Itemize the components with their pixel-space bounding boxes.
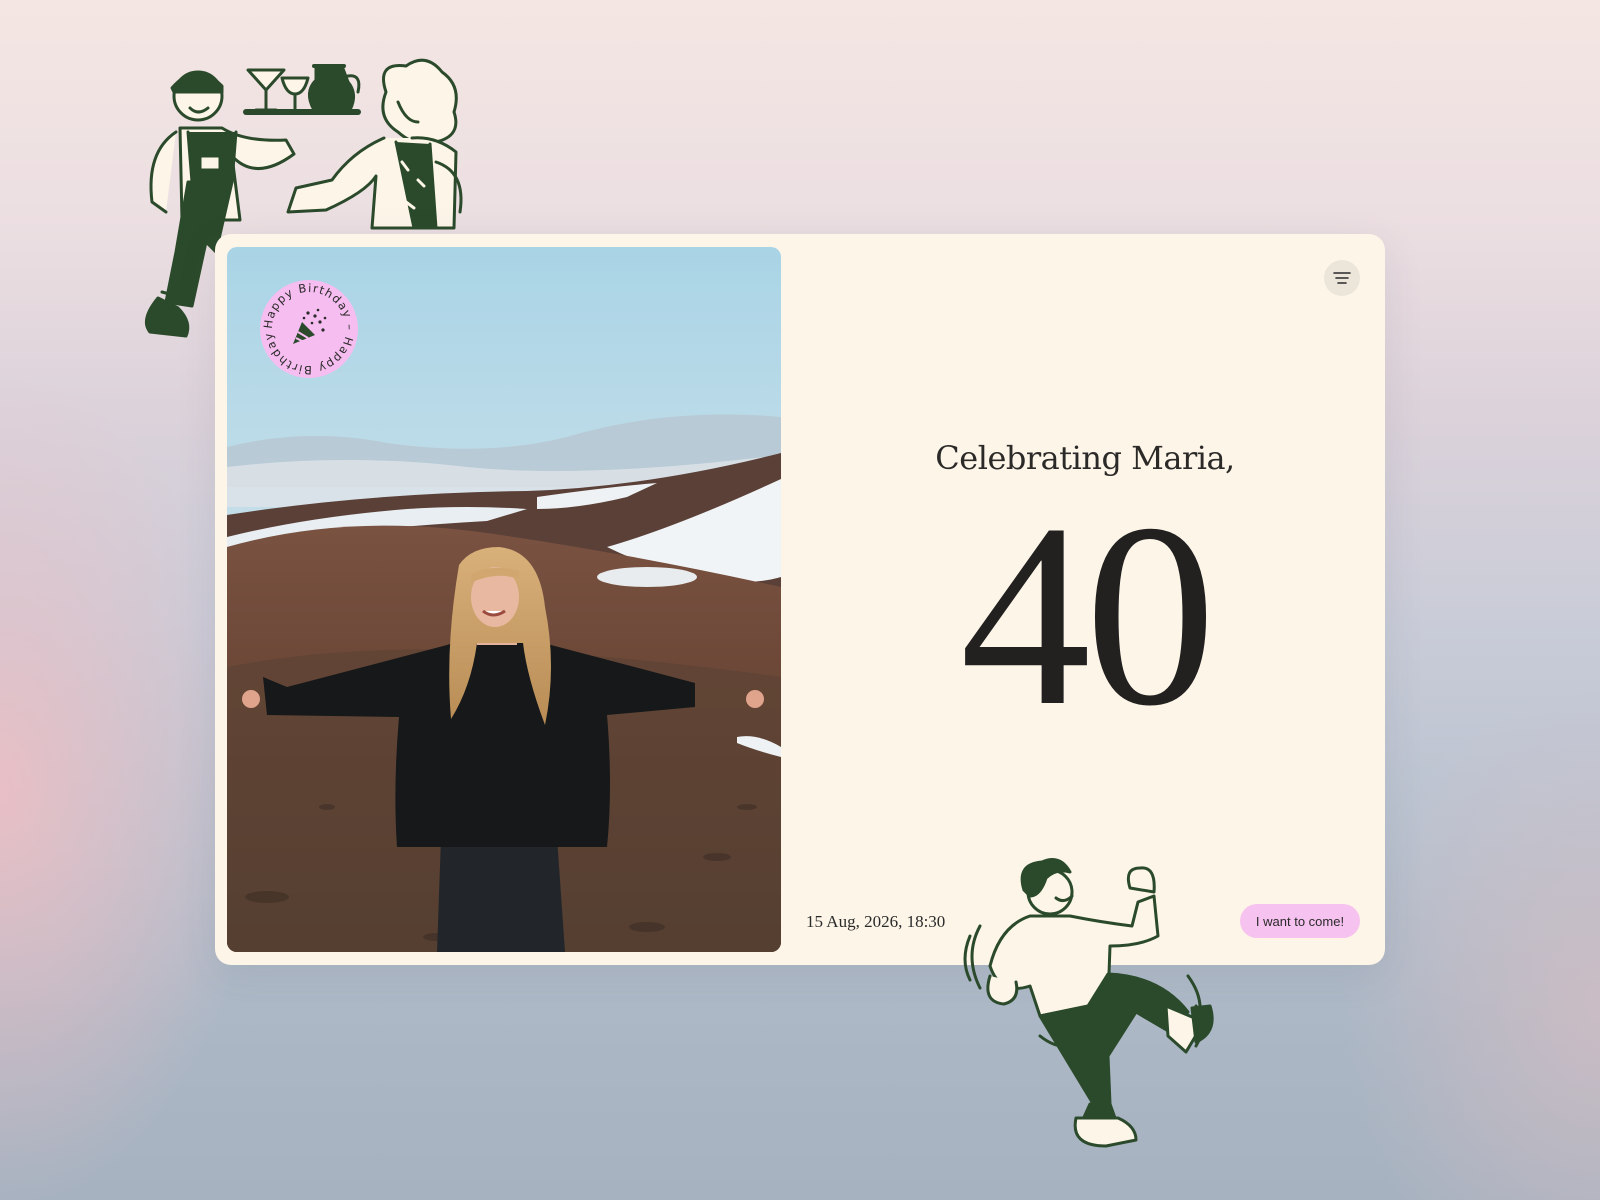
rsvp-button[interactable]: I want to come!	[1240, 904, 1360, 938]
party-popper-icon	[293, 308, 327, 344]
dancing-man-illustration	[963, 858, 1214, 1148]
photo-woman-mountains: Happy Birthday – Happy Birthday –	[227, 247, 781, 952]
menu-button[interactable]	[1324, 260, 1360, 296]
age-number: 40	[960, 470, 1216, 760]
happy-birthday-badge: Happy Birthday – Happy Birthday –	[260, 280, 358, 378]
event-datetime: 15 Aug, 2026, 18:30	[806, 912, 946, 931]
menu-icon	[1333, 272, 1351, 284]
